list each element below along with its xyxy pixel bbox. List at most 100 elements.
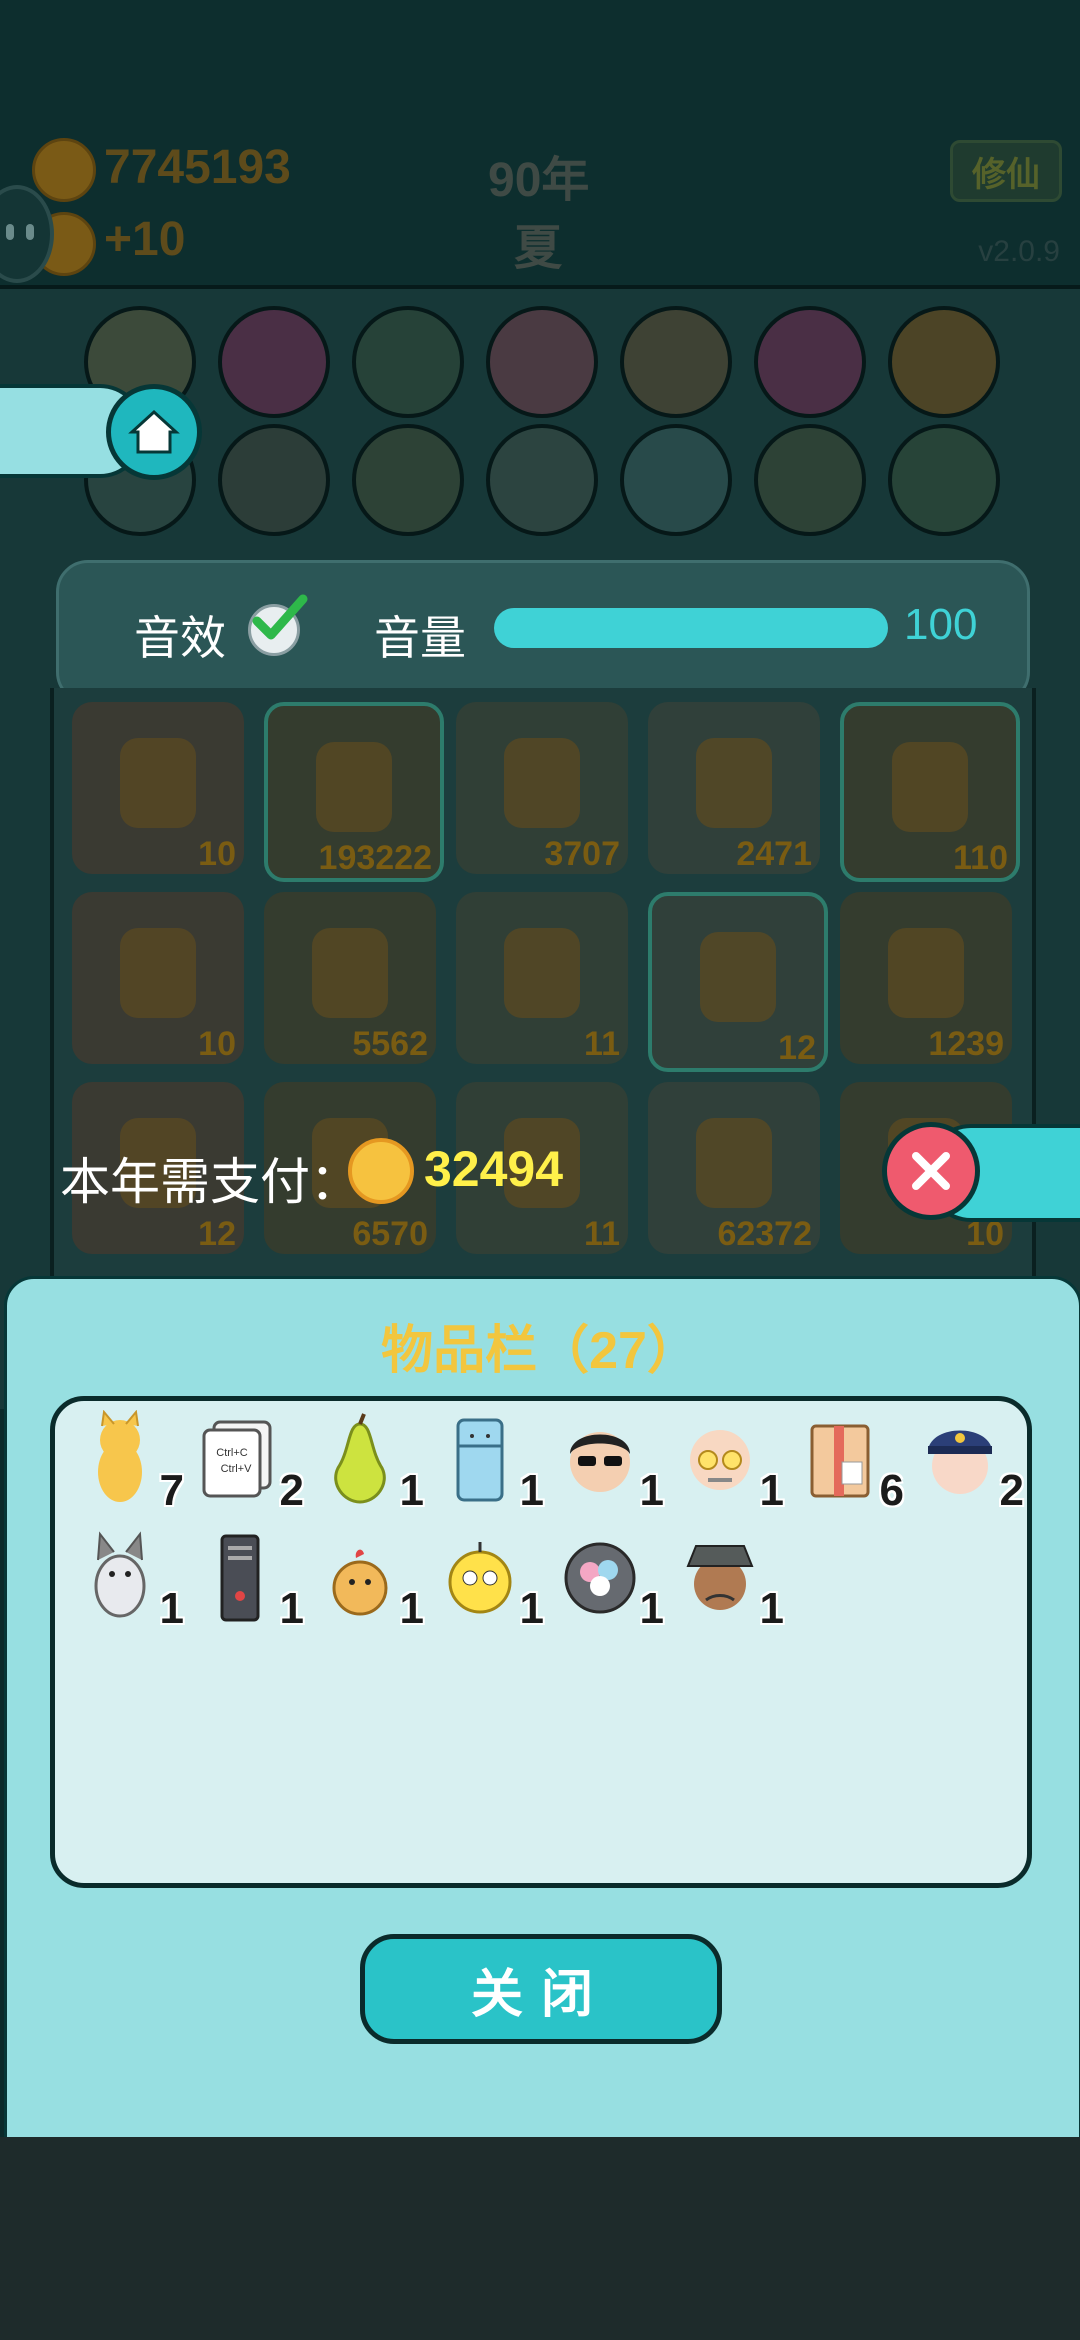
inventory-item[interactable]: 1 — [550, 1528, 664, 1633]
angry-skill-icon[interactable] — [620, 306, 732, 418]
inventory-item[interactable]: 1 — [670, 1410, 784, 1515]
grid-cell-count: 11 — [584, 1025, 620, 1063]
chick-icon — [332, 1549, 388, 1616]
fries-skill-icon-3[interactable] — [620, 424, 732, 536]
grid-item-icon — [120, 738, 196, 828]
husky-icon — [94, 1531, 146, 1618]
inventory-item[interactable]: 2 — [910, 1410, 1024, 1515]
inventory-item[interactable]: 1 — [310, 1410, 424, 1515]
hat-man-icon — [686, 1545, 754, 1610]
grid-cell-count: 10 — [198, 1025, 236, 1063]
coin-balance: 7745193 — [104, 141, 291, 194]
inventory-item[interactable]: 7 — [70, 1409, 184, 1515]
item-count: 1 — [759, 1584, 784, 1633]
pear-icon — [334, 1413, 386, 1504]
bald-man-glasses-icon — [690, 1430, 750, 1490]
skip-skill-icon[interactable] — [218, 424, 330, 536]
sound-effect-label: 音效 — [134, 612, 226, 664]
fries-skill-icon[interactable] — [218, 306, 330, 418]
inventory-item[interactable]: 1 — [310, 1528, 424, 1633]
grid-cell[interactable]: 12 — [648, 892, 828, 1072]
item-count: 1 — [399, 1466, 424, 1515]
refresh-skill-icon[interactable] — [888, 424, 1000, 536]
grid-item-icon — [504, 928, 580, 1018]
payment-coin-icon — [348, 1138, 414, 1204]
grid-item-icon — [696, 1118, 772, 1208]
grid-cell[interactable]: 10 — [72, 702, 244, 874]
close-button[interactable]: 关闭 — [360, 1934, 722, 2044]
version-label: v2.0.9 — [978, 235, 1060, 268]
sound-effect-checkbox[interactable] — [248, 594, 308, 656]
package-icon — [810, 1424, 870, 1498]
inventory-item[interactable]: 1 — [550, 1410, 664, 1515]
cultivate-button[interactable]: 修仙 — [950, 140, 1062, 202]
grid-item-icon — [504, 738, 580, 828]
item-count: 2 — [279, 1466, 304, 1515]
grid-cell-count: 11 — [584, 1215, 620, 1253]
grid-cell-count: 6570 — [352, 1215, 428, 1253]
bowl-icon — [564, 1542, 636, 1614]
close-x-button[interactable] — [882, 1122, 980, 1220]
volume-slider[interactable] — [494, 608, 888, 648]
payment-label: 本年需支付： — [60, 1154, 360, 1210]
volume-label: 音量 — [374, 612, 466, 664]
grid-cell[interactable]: 3707 — [456, 702, 628, 874]
yellow-chick-icon — [448, 1542, 512, 1614]
grid-cell-count: 193222 — [318, 839, 432, 877]
delete-skill-icon[interactable] — [486, 306, 598, 418]
inventory-item[interactable]: 1 — [190, 1528, 304, 1633]
grid-cell-count: 3707 — [544, 835, 620, 873]
svg-text:Ctrl+C: Ctrl+C — [216, 1447, 248, 1459]
grid-item-icon — [700, 932, 776, 1022]
basket-skill-icon[interactable] — [486, 424, 598, 536]
inventory-item[interactable]: Ctrl+C Ctrl+V 2 — [190, 1410, 304, 1515]
grid-cell-count: 2471 — [736, 835, 812, 873]
item-count: 1 — [639, 1584, 664, 1633]
recycle-skill-icon[interactable] — [352, 306, 464, 418]
grid-cell[interactable]: 110 — [840, 702, 1020, 882]
cat-icon — [98, 1409, 142, 1502]
leaf-skill-icon-2[interactable] — [352, 424, 464, 536]
grid-cell[interactable]: 193222 — [264, 702, 444, 882]
grid-cell[interactable]: 5562 — [264, 892, 436, 1064]
item-count: 1 — [519, 1466, 544, 1515]
coin-income: +10 — [104, 213, 186, 266]
home-button[interactable] — [106, 384, 202, 480]
grid-item-icon — [892, 742, 968, 832]
pc-tower-icon — [220, 1534, 260, 1622]
police-icon — [928, 1430, 992, 1494]
item-count: 1 — [399, 1584, 424, 1633]
grid-item-icon — [312, 928, 388, 1018]
season-label: 夏 — [514, 222, 563, 275]
check-icon — [252, 594, 308, 640]
bottom-area — [0, 2137, 1080, 2340]
leaf-skill-icon-3[interactable] — [754, 424, 866, 536]
item-count: 1 — [519, 1584, 544, 1633]
grid-cell[interactable]: 62372 — [648, 1082, 820, 1254]
inventory-item[interactable]: 1 — [430, 1528, 544, 1633]
grid-item-icon — [120, 928, 196, 1018]
inventory-item[interactable]: 1 — [670, 1528, 784, 1633]
grid-cell[interactable]: 2471 — [648, 702, 820, 874]
inventory-item[interactable]: 1 — [430, 1410, 544, 1515]
grid-cell[interactable]: 1239 — [840, 892, 1012, 1064]
grid-cell-count: 62372 — [717, 1215, 812, 1253]
sunglasses-man-icon — [570, 1432, 630, 1492]
ctrl-c-v-card-icon: Ctrl+C Ctrl+V — [202, 1420, 272, 1498]
item-count: 1 — [639, 1466, 664, 1515]
inventory-item[interactable]: 1 — [70, 1528, 184, 1633]
panel-title: 物品栏（27） — [381, 1322, 699, 1380]
item-count: 6 — [879, 1466, 904, 1515]
shell-skill-icon[interactable] — [888, 306, 1000, 418]
payment-amount: 32494 — [424, 1141, 564, 1197]
grid-item-icon — [888, 928, 964, 1018]
grid-cell-count: 10 — [198, 835, 236, 873]
grid-cell[interactable]: 11 — [456, 892, 628, 1064]
inventory-item[interactable]: 6 — [790, 1410, 904, 1515]
fries-skill-icon-2[interactable] — [754, 306, 866, 418]
grid-cell[interactable]: 10 — [72, 892, 244, 1064]
grid-cell-count: 1239 — [928, 1025, 1004, 1063]
item-count: 2 — [999, 1466, 1024, 1515]
item-count: 7 — [159, 1466, 184, 1515]
item-count: 1 — [759, 1466, 784, 1515]
